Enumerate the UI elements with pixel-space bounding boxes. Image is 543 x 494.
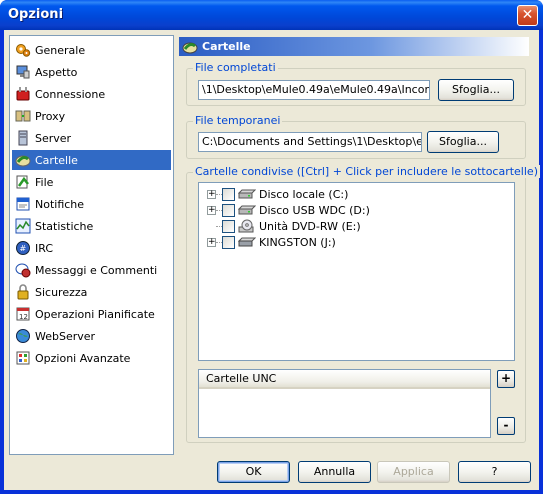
unc-folders-list[interactable]: Cartelle UNC [198,369,491,438]
irc-icon: # [15,240,31,256]
nav-item-label: Connessione [35,87,106,101]
window-title: Opzioni [8,7,64,22]
advanced-icon [15,350,31,366]
gears-icon [15,42,31,58]
nav-item-label: File [35,175,54,189]
tree-row-drive-d: + Disco USB WDC (D:) [199,202,370,218]
calendar-icon: 12 [15,306,31,322]
nav-item-label: Cartelle [35,153,78,167]
nav-item-notifiche[interactable]: Notifiche [12,194,171,214]
nav-item-label: Notifiche [35,197,85,211]
nav-item-cartelle[interactable]: Cartelle [12,150,171,170]
nav-item-proxy[interactable]: Proxy [12,106,171,126]
panel-header: Cartelle [179,37,529,56]
hard-drive-icon [237,187,257,201]
lock-icon [15,284,31,300]
nav-item-server[interactable]: Server [12,128,171,148]
completed-folder-field[interactable]: \1\Desktop\eMule0.49a\eMule0.49a\Incomin… [198,80,430,100]
nav-item-operazioni-pianificate[interactable]: 12 Operazioni Pianificate [12,304,171,324]
nav-item-label: Aspetto [35,65,78,79]
tree-label[interactable]: KINGSTON (J:) [259,236,336,249]
nav-item-label: Operazioni Pianificate [35,307,155,321]
plug-icon [15,86,31,102]
panel-title: Cartelle [202,40,251,53]
nav-item-file[interactable]: File [12,172,171,192]
nav-item-webserver[interactable]: WebServer [12,326,171,346]
tree-row-drive-c: + Disco locale (C:) [199,186,348,202]
options-category-list: Generale Aspetto Connessione Proxy Serve… [9,35,174,455]
share-checkbox[interactable] [222,219,235,233]
nav-item-label: Sicurezza [35,285,88,299]
browse-completed-button[interactable]: Sfoglia... [438,79,514,101]
removable-drive-icon [237,235,257,249]
server-icon [15,130,31,146]
nav-item-label: Statistiche [35,219,94,233]
file-icon [15,174,31,190]
remove-unc-button[interactable]: - [497,417,515,435]
stats-icon [15,218,31,234]
unc-column-header[interactable]: Cartelle UNC [199,370,490,389]
temp-folder-field[interactable]: C:\Documents and Settings\1\Desktop\eMul [198,132,422,152]
proxy-icon [15,108,31,124]
tree-label[interactable]: Disco locale (C:) [259,188,348,201]
help-button[interactable]: ? [458,461,531,483]
ok-button[interactable]: OK [217,461,290,483]
nav-item-label: Opzioni Avanzate [35,351,131,365]
shared-folders-tree[interactable]: + Disco locale (C:) + Disco USB WDC (D:) [198,182,515,361]
globe-icon [15,328,31,344]
messages-icon [15,262,31,278]
svg-text:#: # [20,244,27,253]
nav-item-label: IRC [35,241,54,255]
shared-folders-legend: Cartelle condivise ([Ctrl] + Click per i… [193,165,540,178]
nav-item-opzioni-avanzate[interactable]: Opzioni Avanzate [12,348,171,368]
nav-item-messaggi[interactable]: Messaggi e Commenti [12,260,171,280]
options-window: Opzioni ✕ Generale Aspetto Connessione P… [0,0,543,494]
add-unc-button[interactable]: + [497,370,515,388]
tree-row-drive-j: + KINGSTON (J:) [199,234,336,250]
close-button[interactable]: ✕ [517,5,538,26]
hard-drive-icon [237,203,257,217]
completed-files-legend: File completati [193,61,278,74]
svg-text:12: 12 [19,313,28,321]
share-checkbox[interactable] [222,235,235,249]
dvd-drive-icon [238,219,256,233]
browse-temp-button[interactable]: Sfoglia... [427,131,499,153]
title-bar[interactable]: Opzioni ✕ [0,0,543,30]
nav-item-connessione[interactable]: Connessione [12,84,171,104]
cancel-button[interactable]: Annulla [298,461,371,483]
dialog-body: Generale Aspetto Connessione Proxy Serve… [4,30,540,490]
tree-row-drive-e: Unità DVD-RW (E:) [199,218,361,234]
share-checkbox[interactable] [222,187,235,201]
tree-label[interactable]: Unità DVD-RW (E:) [259,220,361,233]
notify-icon [15,196,31,212]
expand-icon[interactable]: + [207,189,216,199]
folder-icon [15,152,31,168]
apply-button[interactable]: Applica [377,461,450,483]
nav-item-sicurezza[interactable]: Sicurezza [12,282,171,302]
folder-icon [182,40,198,54]
nav-item-irc[interactable]: # IRC [12,238,171,258]
temp-files-legend: File temporanei [193,114,283,127]
nav-item-statistiche[interactable]: Statistiche [12,216,171,236]
expand-icon[interactable]: + [207,237,216,247]
nav-item-label: Generale [35,43,86,57]
expand-icon[interactable]: + [207,205,216,215]
nav-item-label: Messaggi e Commenti [35,263,158,277]
nav-item-aspetto[interactable]: Aspetto [12,62,171,82]
tree-label[interactable]: Disco USB WDC (D:) [259,204,370,217]
nav-item-label: Proxy [35,109,66,123]
share-checkbox[interactable] [222,203,235,217]
nav-item-label: WebServer [35,329,96,343]
nav-item-generale[interactable]: Generale [12,40,171,60]
display-icon [15,64,31,80]
nav-item-label: Server [35,131,72,145]
